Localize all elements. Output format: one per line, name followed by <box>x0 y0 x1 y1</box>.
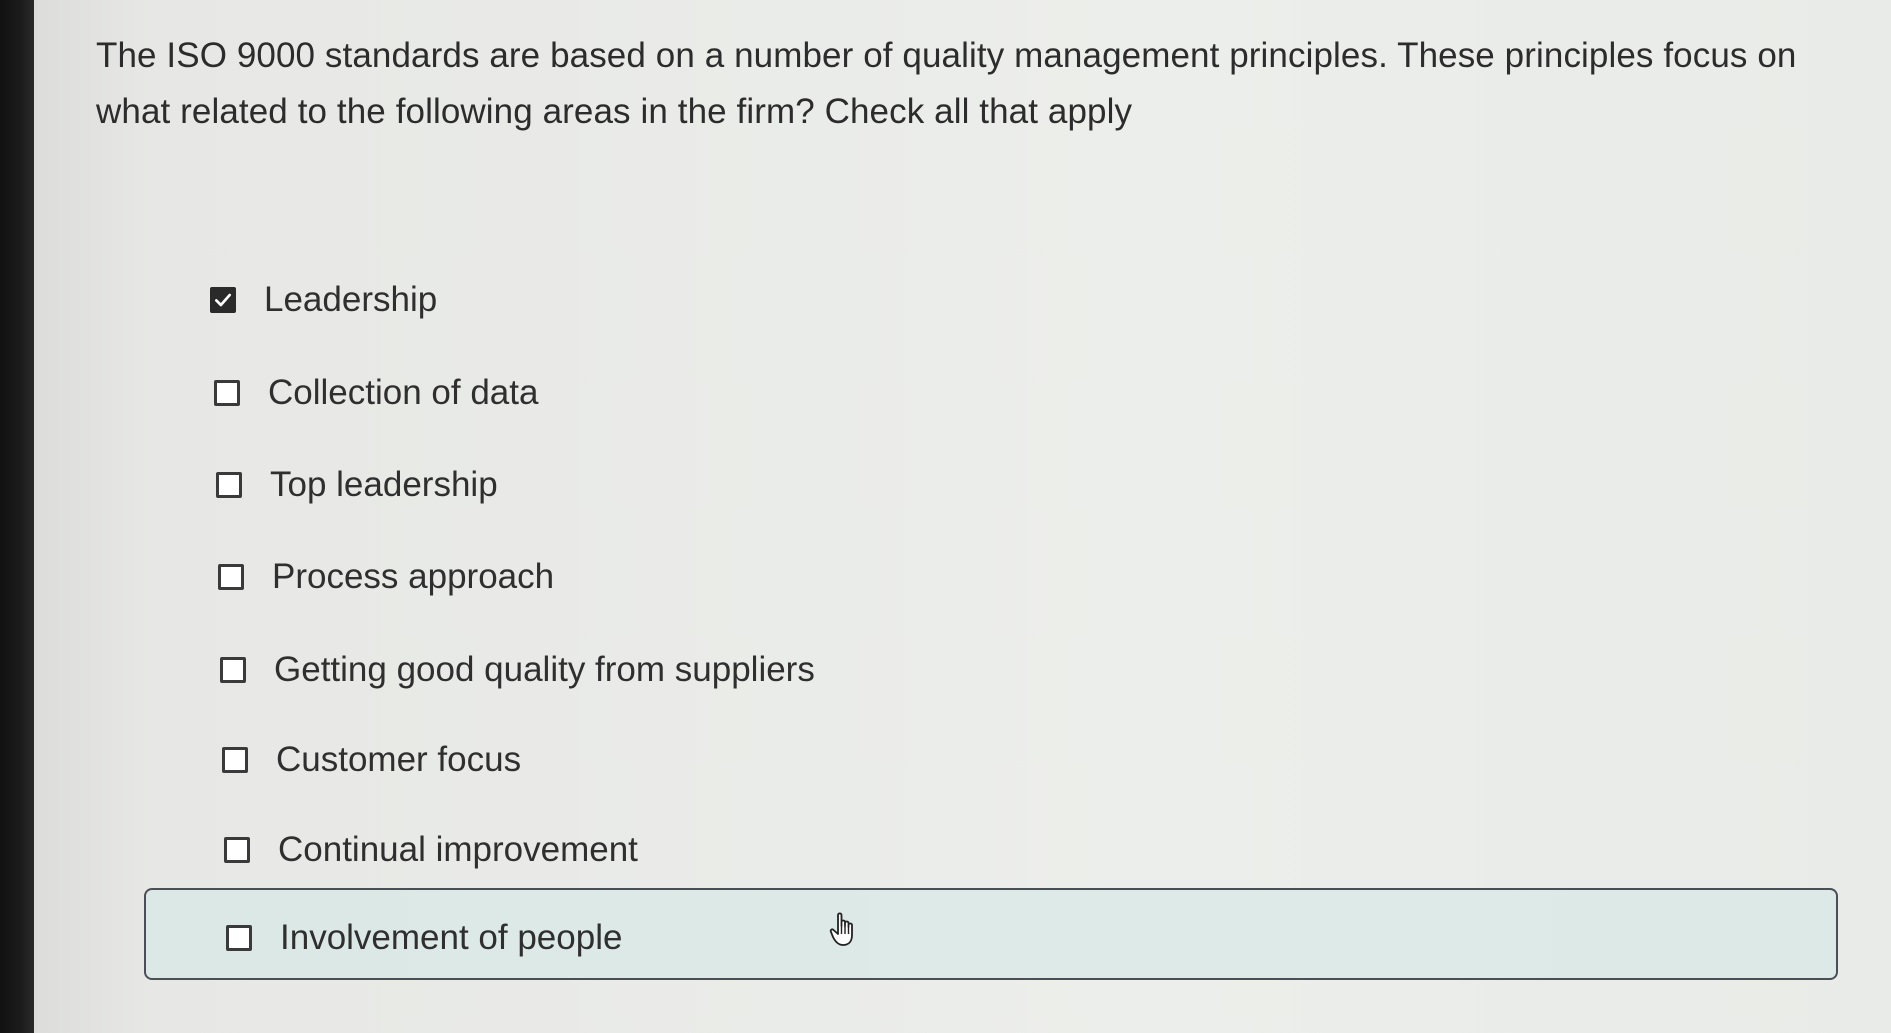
option-label: Leadership <box>264 280 438 319</box>
checkbox-unchecked[interactable] <box>226 925 252 951</box>
option-label: Top leadership <box>270 465 498 504</box>
option-continual-improvement[interactable]: Continual improvement <box>224 820 638 880</box>
checkbox-checked[interactable] <box>210 287 236 313</box>
quiz-screen: The ISO 9000 standards are based on a nu… <box>0 0 1891 1033</box>
screen-bezel <box>0 0 34 1033</box>
checkbox-unchecked[interactable] <box>224 837 250 863</box>
option-customer-focus[interactable]: Customer focus <box>222 730 521 790</box>
hand-pointer-icon <box>829 912 853 946</box>
option-getting-good-quality-from-suppliers[interactable]: Getting good quality from suppliers <box>220 640 815 700</box>
question-text: The ISO 9000 standards are based on a nu… <box>96 36 1797 131</box>
checkbox-unchecked[interactable] <box>216 472 242 498</box>
option-label: Customer focus <box>276 740 522 779</box>
option-top-leadership[interactable]: Top leadership <box>216 455 498 515</box>
option-label: Process approach <box>272 557 555 596</box>
checkbox-unchecked[interactable] <box>222 747 248 773</box>
option-leadership[interactable]: Leadership <box>210 270 437 330</box>
checkbox-unchecked[interactable] <box>214 380 240 406</box>
option-process-approach[interactable]: Process approach <box>218 547 554 607</box>
option-involvement-of-people[interactable]: Involvement of people <box>226 908 622 968</box>
option-label: Collection of data <box>268 373 539 412</box>
checkbox-unchecked[interactable] <box>218 564 244 590</box>
option-collection-of-data[interactable]: Collection of data <box>214 363 538 423</box>
checkbox-unchecked[interactable] <box>220 657 246 683</box>
option-label: Continual improvement <box>278 830 638 869</box>
checkmark-icon <box>215 293 231 307</box>
option-label: Getting good quality from suppliers <box>274 650 815 689</box>
option-label: Involvement of people <box>280 918 623 957</box>
